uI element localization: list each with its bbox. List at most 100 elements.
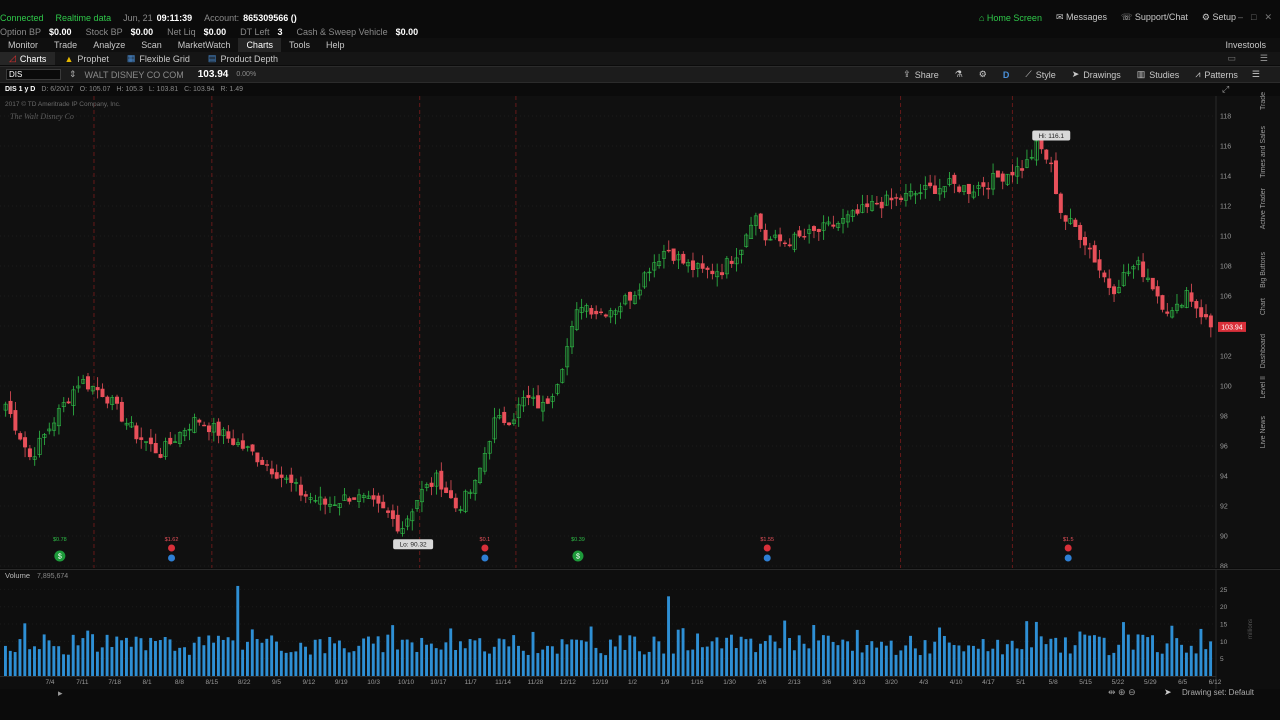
candle-body [66,401,71,404]
volume-bar [1025,621,1029,676]
messages-link[interactable]: ✉ Messages [1056,12,1107,23]
candle-body [1000,173,1005,182]
volume-bar [241,649,245,676]
sidebar-tab[interactable]: Chart [1260,298,1272,315]
volume-bar [308,654,312,676]
volume-bar [1049,638,1053,676]
volume-bar [797,635,801,676]
subtab-prophet[interactable]: ▲ Prophet [55,52,117,65]
menu-icon[interactable]: ☰ [1260,53,1268,64]
chart-icon: ◿ [9,53,16,63]
volume-bar [957,645,961,676]
drawings-button[interactable]: ➤ Drawings [1064,69,1129,80]
link-icon[interactable]: ⇕ [69,69,77,80]
volume-bar [502,639,506,676]
volume-chart[interactable]: 5 10 15 20 25 7/4 7/11 7/18 8/1 8/8 8/15 8/22 9/5 9/… [0,569,1280,689]
volume-bar [647,651,651,676]
price-tick-label: 106 [1220,294,1232,301]
candle-body [874,202,879,205]
sidebar-tab[interactable]: Level II [1260,376,1272,399]
x-tick-label: 6/5 [1178,679,1187,686]
sidebar-tab[interactable]: Dashboard [1260,334,1272,368]
volume-bar [870,641,874,676]
volume-bar [410,642,414,676]
subtab-charts[interactable]: ◿ Charts [0,52,56,65]
menu-trade[interactable]: Trade [46,38,85,52]
candle-body [603,314,608,317]
volume-bar [855,629,859,676]
volume-bar [938,627,942,676]
volume-bar [463,648,467,676]
account-value[interactable]: 865309566 () [243,13,297,23]
volume-bar [18,639,22,676]
volume-unit: millions [1248,619,1254,639]
setup-link[interactable]: ⚙ Setup [1202,12,1236,23]
sidebar-tab[interactable]: Big Buttons [1260,252,1272,288]
flask-button[interactable]: ⚗ [947,69,971,80]
volume-bar [347,652,351,676]
zoom-controls[interactable]: ⇹ ⊕ ⊖ [1108,687,1136,698]
sidebar-tab[interactable]: Trade [1260,92,1272,110]
volume-bar [129,646,133,676]
home-screen-link[interactable]: ⌂ Home Screen [979,13,1042,23]
subtab-flexible-grid[interactable]: ▦ Flexible Grid [118,52,199,65]
chart-settings-button[interactable]: ⚙ [971,69,995,80]
timeframe-button[interactable]: D [995,70,1018,80]
menu-monitor[interactable]: Monitor [0,38,46,52]
studies-button[interactable]: ▥ Studies [1129,69,1188,80]
volume-bar [405,639,409,676]
sidebar-tab[interactable]: Active Trader [1260,188,1272,229]
volume-bar [517,645,520,676]
candle-body [279,474,284,478]
menu-scan[interactable]: Scan [133,38,170,52]
candle-body [816,229,821,232]
close-icon[interactable]: ✕ [1264,12,1272,23]
candle-body [1058,193,1063,213]
ohlc-close: C: 103.94 [184,86,215,93]
volume-bar [1015,648,1019,676]
volume-bar [47,640,51,676]
price-chart[interactable]: 8890929496981001021041061081101121141161… [0,96,1280,568]
volume-bar [1189,645,1193,676]
volume-bar [565,644,569,676]
maximize-icon[interactable]: □ [1251,12,1256,23]
menu-analyze[interactable]: Analyze [85,38,133,52]
support-link[interactable]: ☏ Support/Chat [1121,12,1188,23]
x-tick-label: 9/19 [335,679,348,686]
volume-bar [158,640,162,676]
menu-marketwatch[interactable]: MarketWatch [170,38,239,52]
price-tick-label: 100 [1220,384,1232,391]
x-tick-label: 1/9 [660,679,669,686]
pointer-icon[interactable]: ➤ [1164,687,1172,698]
menu-charts[interactable]: Charts [238,38,281,52]
symbol-input[interactable] [6,69,61,80]
patterns-button[interactable]: ⩘ Patterns [1187,69,1246,80]
toolbar-menu-icon[interactable]: ☰ [1252,69,1260,80]
volume-bar [676,629,680,676]
scroll-left-icon[interactable]: ▸ [58,688,63,699]
x-tick-label: 5/15 [1079,679,1092,686]
balance-bar: Option BP $0.00 Stock BP $0.00 Net Liq $0.00 D… [0,25,1280,38]
drawing-set-label[interactable]: Drawing set: Default [1182,688,1254,697]
event-amount: $1.55 [760,537,774,543]
copyright-text: 2017 © TD Ameritrade IP Company, Inc. [5,100,121,108]
sidebar-tab[interactable]: Times and Sales [1260,126,1272,178]
minimize-icon[interactable]: – [1238,12,1243,23]
subtab-product-depth[interactable]: ▤ Product Depth [199,52,287,65]
layout-icon[interactable]: ▭ [1227,53,1236,64]
volume-bar [899,650,903,676]
investools-link[interactable]: Investools [1225,40,1266,50]
volume-bar [1170,625,1174,676]
volume-bar [667,596,670,676]
ohlc-range: R: 1.49 [220,86,244,93]
menu-help[interactable]: Help [318,38,353,52]
event-amount: $0.78 [53,537,67,543]
menu-tools[interactable]: Tools [281,38,318,52]
share-button[interactable]: ⇪ Share [895,69,947,80]
candle-body [448,490,453,499]
chart-toolbar: ⇕ WALT DISNEY CO COM 103.94 0.00% ⇪Share… [0,66,1280,83]
style-button[interactable]: ⟋ Style [1017,69,1063,80]
sidebar-tab[interactable]: Live News [1260,416,1272,448]
expand-icon[interactable]: ⤢ [1222,84,1229,95]
volume-bar [478,638,482,676]
